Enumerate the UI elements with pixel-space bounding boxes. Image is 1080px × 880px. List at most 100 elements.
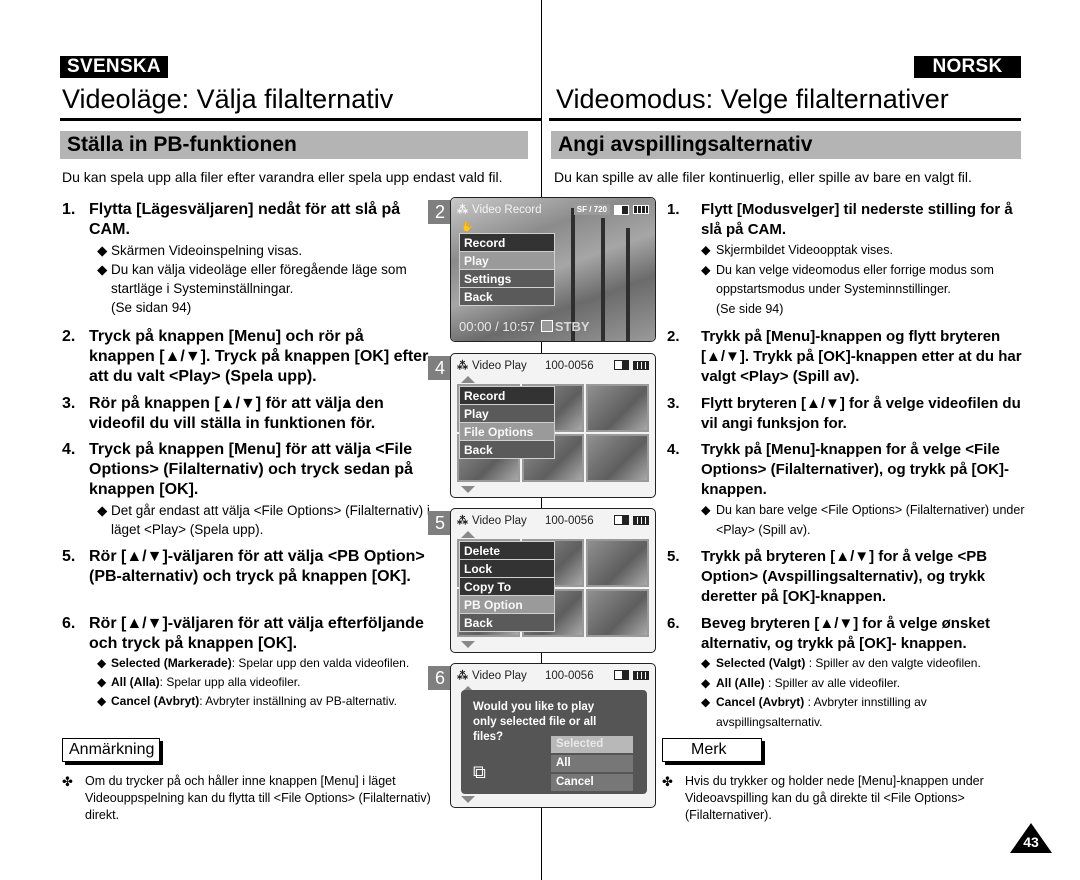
scroll-down-icon[interactable]	[461, 486, 475, 493]
step-4: 4. Tryck på knappen [Menu] för att välja…	[62, 440, 432, 539]
title-rule	[549, 118, 1021, 121]
screenshot-step-number: 6	[428, 666, 452, 690]
page-number: 43	[1023, 834, 1039, 850]
record-status: 00:00 / 10:57 STBY	[459, 319, 590, 334]
diamond-bullet-icon: ◆	[701, 695, 711, 709]
diamond-bullet-icon: ◆	[701, 243, 711, 257]
step-5: 5. Rör [▲/▼]-väljaren för att välja <PB …	[62, 547, 432, 587]
option-cancel: ◆ Cancel (Avbryt) : Avbryter innstilling …	[701, 695, 927, 729]
screen-header: ⁂ Video Play 100-0056	[457, 667, 649, 685]
menu-item-play[interactable]: Play	[459, 404, 555, 423]
scroll-down-icon[interactable]	[461, 641, 475, 648]
scroll-up-icon[interactable]	[461, 376, 475, 383]
battery-icon	[633, 205, 649, 214]
clover-bullet-icon: ✤	[62, 774, 73, 789]
language-badge-norwegian: NORSK	[914, 56, 1021, 78]
step-text: Tryck på knappen [Menu] för att välja <F…	[89, 441, 414, 498]
sub-bullet: ◆ Skjermbildet Videoopptak vises.	[701, 241, 1027, 261]
menu-item-file-options[interactable]: File Options	[459, 422, 555, 441]
step-text: Flytt [Modusvelger] til nederste stillin…	[701, 201, 1013, 238]
option-selected: ◆ Selected (Valgt) : Spiller av den valgt…	[701, 654, 1027, 674]
pb-option-dialog: Would you like to play only selected fil…	[461, 690, 647, 794]
mode-menu: Record Play Settings Back	[459, 233, 555, 306]
menu-item-play[interactable]: Play	[459, 251, 555, 270]
menu-item-back[interactable]: Back	[459, 613, 555, 632]
option-all: ◆ All (Alle) : Spiller av alle videofiler…	[701, 674, 1027, 694]
step-1: 1. Flytt [Modusvelger] til nederste stil…	[667, 200, 1027, 319]
option-all: ◆ All (Alla): Spelar upp alla videofiler.	[97, 673, 432, 692]
thumbnail[interactable]	[586, 589, 649, 637]
step-text: Flytt bryteren [▲/▼] for å velge videofi…	[701, 395, 1021, 432]
step-text: Trykk på bryteren [▲/▼] for å velge <PB …	[701, 548, 988, 605]
menu-item-delete[interactable]: Delete	[459, 541, 555, 560]
step-text: Trykk på [Menu]-knappen for å velge <Fil…	[701, 441, 1009, 498]
battery-icon	[633, 670, 649, 680]
memory-in-icon	[614, 360, 629, 370]
stabilizer-icon: ✋	[461, 222, 474, 233]
menu-item-back[interactable]: Back	[459, 440, 555, 459]
screenshot-video-play-menu: ⁂ Video Play 100-0056 Record Play File Op…	[450, 353, 656, 498]
intro-text-swedish: Du kan spela upp alla filer efter varand…	[62, 169, 503, 185]
menu-item-copy-to[interactable]: Copy To	[459, 577, 555, 596]
step-text: Rör [▲/▼]-väljaren för att välja efterfö…	[89, 615, 424, 652]
menu-item-settings[interactable]: Settings	[459, 269, 555, 288]
option-selected: ◆ Selected (Markerade): Spelar upp den va…	[97, 654, 432, 673]
thumbnail[interactable]	[586, 384, 649, 432]
step-2: 2. Trykk på [Menu]-knappen og flytt bryt…	[667, 327, 1027, 387]
page-title-swedish: Videoläge: Välja filalternativ	[62, 84, 394, 114]
step-text: Rör [▲/▼]-väljaren för att välja <PB Opt…	[89, 548, 425, 585]
title-rule	[60, 118, 541, 121]
document-icon: ⧉	[473, 762, 486, 782]
option-all-button[interactable]: All	[551, 755, 633, 772]
intro-text-norwegian: Du kan spille av alle filer kontinuerlig…	[554, 169, 972, 185]
diamond-bullet-icon: ◆	[97, 243, 108, 258]
screen-header: ⁂ Video Record SF / 720	[457, 201, 649, 219]
thumbnail[interactable]	[586, 434, 649, 482]
option-cancel-button[interactable]: Cancel	[551, 774, 633, 791]
step-1: 1. Flytta [Lägesväljaren] nedåt för att …	[62, 200, 432, 317]
diamond-bullet-icon: ◆	[701, 656, 711, 670]
clover-bullet-icon: ✤	[662, 774, 673, 789]
scroll-up-icon[interactable]	[461, 531, 475, 538]
menu-item-back[interactable]: Back	[459, 287, 555, 306]
sub-bullet: ◆ Skärmen Videoinspelning visas.	[97, 243, 303, 258]
section-heading-swedish: Ställa in PB-funktionen	[60, 131, 528, 159]
step-3: 3. Flytt bryteren [▲/▼] for å velge vide…	[667, 394, 1027, 434]
note-label-norwegian: Merk	[662, 738, 762, 762]
dialog-options: Selected All Cancel	[551, 736, 633, 793]
screenshot-file-options-menu: ⁂ Video Play 100-0056 Delete Lock Copy To…	[450, 508, 656, 653]
thumbnail[interactable]	[586, 539, 649, 587]
step-6: 6. Beveg bryteren [▲/▼] for å velge ønsk…	[667, 614, 1027, 732]
battery-icon	[633, 360, 649, 370]
screenshot-step-number: 4	[428, 356, 452, 380]
screenshot-video-record: ⁂ Video Record SF / 720 ✋ Record Play Set…	[450, 197, 656, 342]
menu-item-record[interactable]: Record	[459, 233, 555, 252]
diamond-bullet-icon: ◆	[97, 262, 108, 277]
scroll-down-icon[interactable]	[461, 796, 475, 803]
camcorder-icon: ⁂	[457, 204, 468, 216]
diamond-bullet-icon: ◆	[701, 262, 711, 277]
diamond-bullet-icon: ◆	[701, 675, 711, 690]
step-6: 6. Rör [▲/▼]-väljaren för att välja efte…	[62, 614, 432, 711]
sub-bullet: ◆ Du kan velge videomodus eller forrige m…	[701, 262, 994, 297]
step-3: 3. Rör på knappen [▲/▼] för att välja de…	[62, 394, 432, 434]
note-label-swedish: Anmärkning	[62, 738, 160, 762]
diamond-bullet-icon: ◆	[97, 503, 108, 518]
menu-item-pb-option[interactable]: PB Option	[459, 595, 555, 614]
menu-item-record[interactable]: Record	[459, 386, 555, 405]
play-menu: Record Play File Options Back	[459, 386, 555, 459]
option-selected-button[interactable]: Selected	[551, 736, 633, 753]
diamond-bullet-icon: ◆	[97, 675, 107, 689]
step-text: Beveg bryteren [▲/▼] for å velge ønsket …	[701, 615, 990, 652]
step-text: Flytta [Lägesväljaren] nedåt för att slå…	[89, 201, 401, 238]
battery-icon	[633, 515, 649, 525]
sub-bullet: ◆ Du kan bare velge <File Options> (Filal…	[701, 503, 1025, 537]
screenshot-step-number: 2	[428, 200, 452, 224]
option-cancel: ◆ Cancel (Avbryt): Avbryter inställning a…	[97, 692, 432, 711]
memory-in-icon	[614, 204, 629, 215]
menu-item-lock[interactable]: Lock	[459, 559, 555, 578]
camcorder-icon: ⁂	[457, 360, 468, 372]
note-text-swedish: ✤ Om du trycker på och håller inne knapp…	[62, 774, 431, 822]
diamond-bullet-icon: ◆	[97, 694, 107, 708]
screenshot-step-number: 5	[428, 511, 452, 535]
